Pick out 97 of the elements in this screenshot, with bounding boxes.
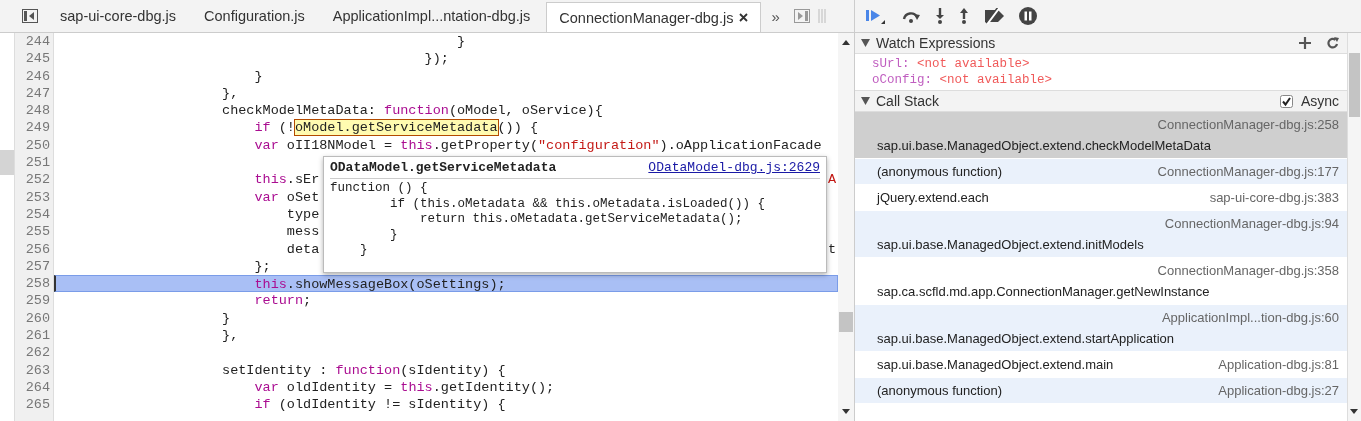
scrollbar-thumb[interactable] [839,312,853,332]
expand-triangle-icon[interactable] [861,39,870,47]
function-source: function () { if (this.oMetadata && this.oMetadata.isLoaded()) { return this.oMetadata.getServiceMetadata(); } } [330,181,767,259]
frame-location: sap-ui-core-dbg.js:383 [1208,189,1339,207]
pause-icon[interactable] [1019,7,1037,25]
code-fragment: A [827,171,837,189]
watch-expression[interactable]: oConfig: <not available> [872,72,1347,88]
scroll-down-icon[interactable] [1350,409,1358,415]
step-over-icon[interactable] [901,9,921,23]
code-line: var oII18NModel = this.getProperty("configuration").oApplicationFacade [253,136,822,155]
function-name: ODataModel.getServiceMetadata [330,160,557,175]
code-line: } [253,67,263,85]
code-line: }; [253,257,271,276]
function-name: (anonymous function) [877,382,1002,400]
line-number: 244 [24,33,51,51]
code-line: } [221,309,231,328]
resume-icon[interactable] [865,7,887,25]
code-line: type [285,205,320,224]
line-number: 251 [24,154,51,172]
drag-handle-icon[interactable] [817,9,826,23]
file-tab[interactable]: ApplicationImpl...ntation-dbg.js [320,0,543,32]
line-number: 247 [24,84,51,103]
code-line: }); [423,50,449,68]
line-number: 264 [24,378,51,397]
async-checkbox[interactable] [1279,94,1293,108]
code-line: return; [253,292,312,310]
function-name: sap.ui.base.ManagedObject.extend.startApplication [877,330,1175,348]
function-name: sap.ca.scfld.md.app.ConnectionManager.getNewInstance [877,283,1210,301]
scrollbar-thumb[interactable] [0,150,14,175]
line-number: 252 [24,171,51,189]
section-header[interactable]: Watch Expressions [855,33,1347,54]
step-into-icon[interactable] [935,8,945,24]
code-line: this.showMessageBox(oSettings); [253,276,506,292]
file-tab[interactable]: sap-ui-core-dbg.js [48,0,189,32]
line-number: 245 [24,50,51,68]
function-name: jQuery.extend.each [877,189,989,207]
file-tab[interactable]: ConnectionManager-dbg.js [546,2,762,32]
call-frame[interactable]: ConnectionManager-dbg.js:258 sap.ui.base.ManagedObject.extend.checkModelMetaData [855,112,1347,159]
function-name: (anonymous function) [877,163,1002,181]
line-number: 257 [24,257,51,276]
frame-location: ConnectionManager-dbg.js:258 [1156,116,1339,134]
call-frame[interactable]: (anonymous function) Application-dbg.js:27 [855,378,1347,404]
line-number: 260 [24,309,51,328]
code-line: checkModelMetaData: function(oModel, oService){ [221,102,603,120]
sidebar-toggle-icon[interactable] [22,9,38,23]
line-number: 248 [24,102,51,120]
code-line: var oSet [253,188,320,206]
scrollbar-thumb[interactable] [1349,53,1360,117]
code-line: }, [221,84,239,103]
more-tabs-button[interactable]: » [765,7,786,25]
frame-location: ApplicationImpl...tion-dbg.js:60 [1160,309,1339,327]
call-frame[interactable]: ConnectionManager-dbg.js:94 sap.ui.base.ManagedObject.extend.initModels [855,211,1347,258]
line-number: 259 [24,292,51,310]
function-name: sap.ui.base.ManagedObject.extend.initModels [877,236,1144,254]
line-number: 256 [24,240,51,258]
function-name: sap.ui.base.ManagedObject.extend.checkModelMetaData [877,137,1211,155]
line-number: 258 [24,275,51,293]
code-line: mess [285,223,320,241]
source-link[interactable]: ODataModel-dbg.js:2629 [648,160,820,175]
call-frame[interactable]: (anonymous function) ConnectionManager-dbg.js:177 [855,159,1347,185]
frame-location: ConnectionManager-dbg.js:358 [1156,262,1339,280]
line-number: 253 [24,188,51,206]
function-name: sap.ui.base.ManagedObject.extend.main [877,356,1114,374]
code-line: }, [221,327,239,345]
code-fragment: t [827,240,837,258]
line-number: 255 [24,223,51,241]
line-number: 254 [24,205,51,224]
frame-location: Application-dbg.js:81 [1217,356,1339,374]
close-icon[interactable] [739,13,749,22]
line-number: 261 [24,327,51,345]
section-header[interactable]: Call Stack Async [855,91,1347,112]
frame-location: Application-dbg.js:27 [1217,382,1339,400]
frame-location: ConnectionManager-dbg.js:94 [1163,215,1339,233]
code-line: var oldIdentity = this.getIdentity(); [253,378,555,397]
line-number: 246 [24,67,51,85]
refresh-icon[interactable] [1327,37,1339,49]
code-line: deta [285,240,320,258]
watch-expression[interactable]: sUrl: <not available> [872,56,1347,72]
line-number: 265 [24,396,51,414]
deactivate-breakpoints-icon[interactable] [983,8,1005,24]
line-number: 263 [24,361,51,379]
line-number: 249 [24,119,51,137]
code-line: if (oldIdentity != sIdentity) { [253,396,506,414]
file-tab[interactable]: Configuration.js [192,0,317,32]
frame-location: ConnectionManager-dbg.js:177 [1156,163,1339,181]
scroll-up-icon[interactable] [842,39,850,45]
panel-toggle-icon[interactable] [793,9,810,23]
add-icon[interactable] [1299,37,1311,49]
code-line: if (!oModel.getServiceMetadata()) { [253,119,538,137]
code-line: setIdentity : function(sIdentity) { [221,361,506,379]
step-out-icon[interactable] [959,8,969,24]
code-line: } [455,33,466,51]
line-number: 262 [24,344,51,362]
code-line: this.sEr [253,171,320,189]
line-number: 250 [24,136,51,155]
expand-triangle-icon[interactable] [861,97,870,105]
scroll-down-icon[interactable] [842,409,850,415]
